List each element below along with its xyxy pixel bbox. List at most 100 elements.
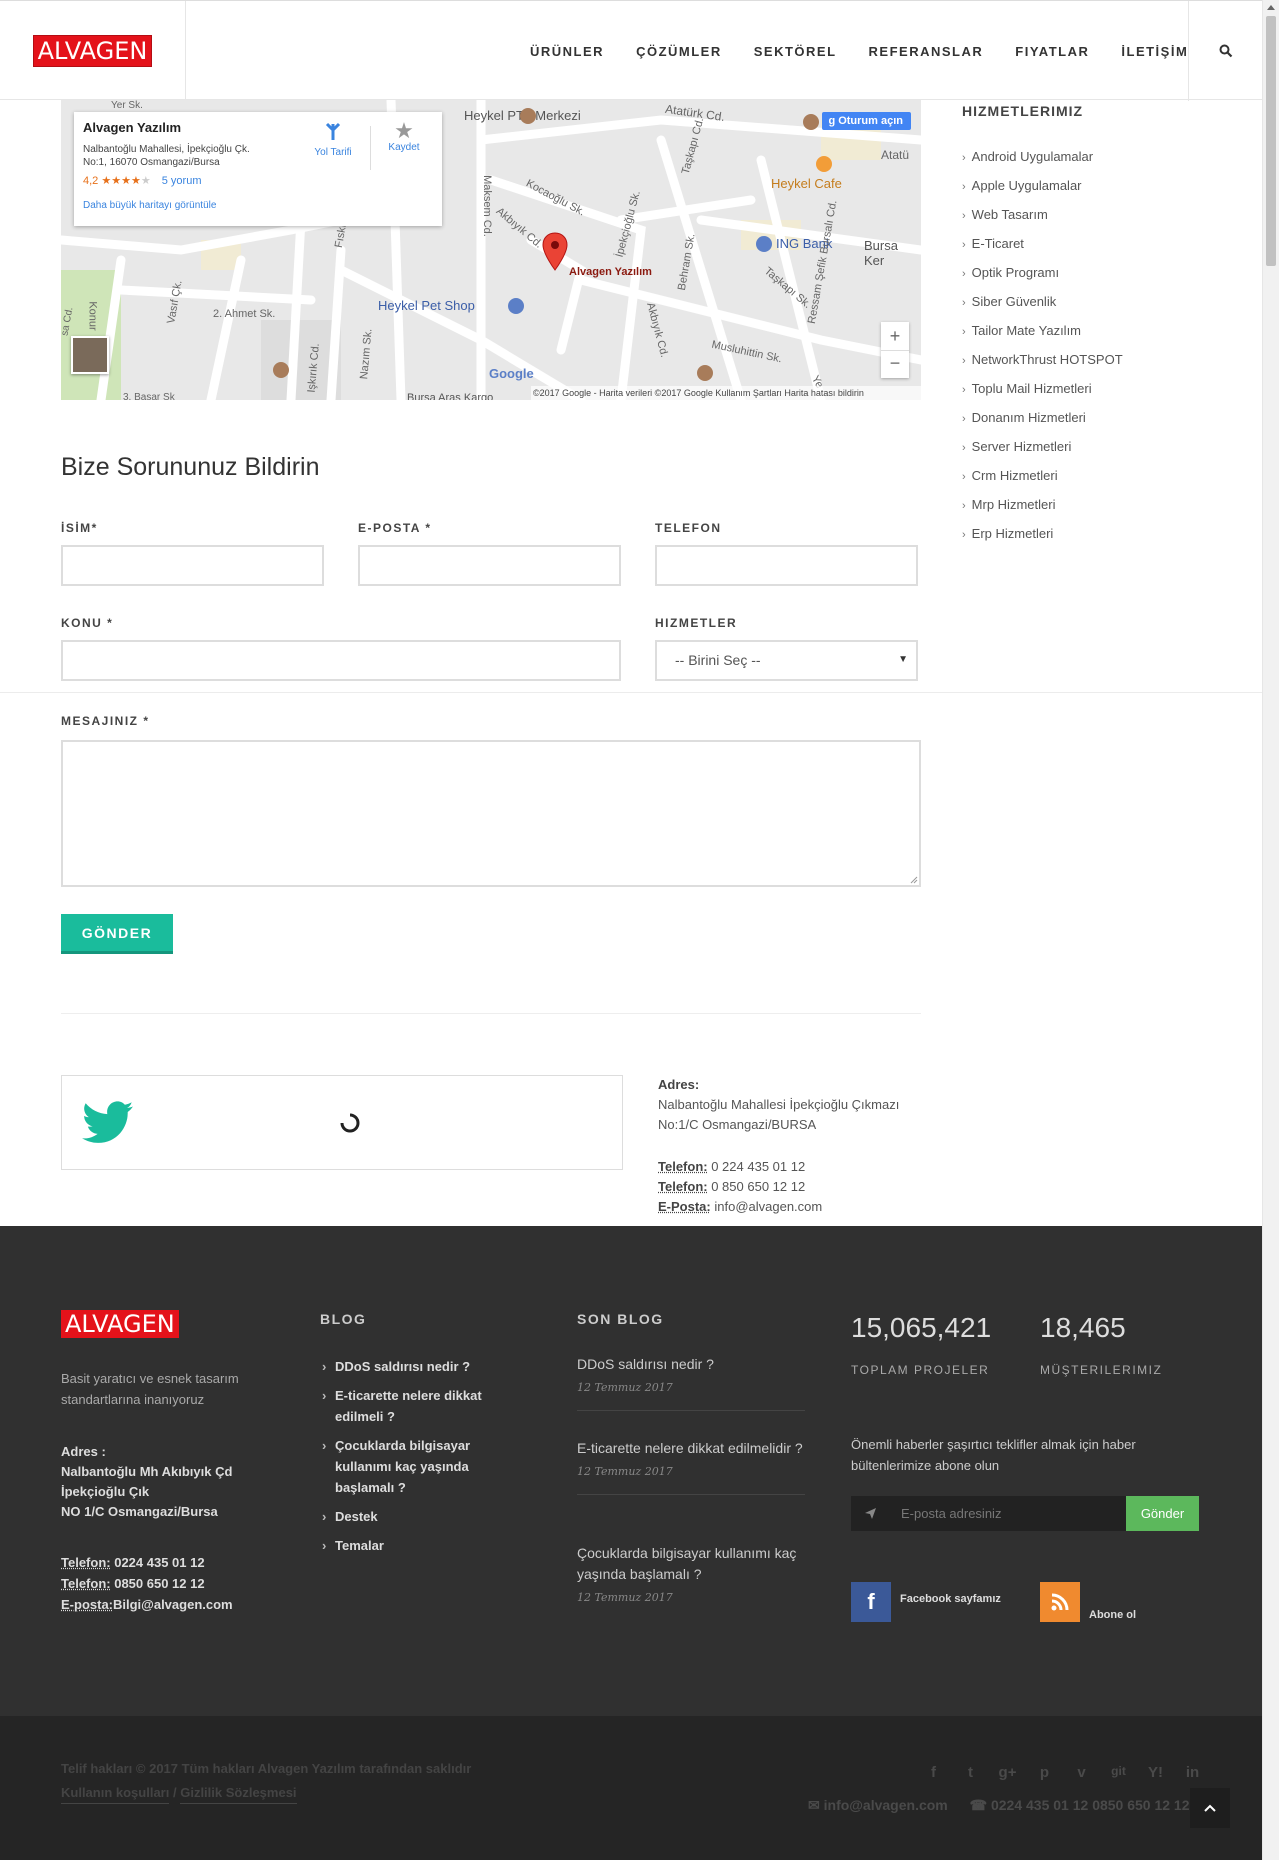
submit-button[interactable]: GÖNDER xyxy=(61,914,173,954)
recent-post-title[interactable]: DDoS saldırısı nedir ? xyxy=(577,1354,805,1375)
services-select[interactable]: -- Birini Seç -- ▼ xyxy=(655,640,918,681)
footer-blog-item[interactable]: Destek xyxy=(320,1506,520,1527)
save-place-button[interactable]: ★ Kaydet xyxy=(374,120,434,154)
map-poi-icon xyxy=(697,365,713,381)
git-icon[interactable]: git xyxy=(1100,1764,1137,1781)
newsletter-email-input[interactable]: E-posta adresiniz xyxy=(889,1496,1126,1531)
sidebar-item[interactable]: Toplu Mail Hizmetleri xyxy=(962,380,1123,409)
copyright-text: Telif hakları © 2017 Tüm hakları Alvagen… xyxy=(61,1761,472,1776)
map-signin-button[interactable]: g Oturum açın xyxy=(822,112,911,130)
name-input[interactable] xyxy=(61,545,324,586)
directions-button[interactable]: Yol Tarifi xyxy=(298,122,368,158)
rss-button[interactable] xyxy=(1040,1582,1080,1622)
scroll-up-arrow[interactable] xyxy=(1267,5,1275,10)
nav-referanslar[interactable]: REFERANSLAR xyxy=(869,44,984,59)
map-label-ahmet: 2. Ahmet Sk. xyxy=(213,308,276,320)
sidebar-item[interactable]: Siber Güvenlik xyxy=(962,293,1123,322)
sidebar-item[interactable]: Server Hizmetleri xyxy=(962,438,1123,467)
sidebar-item[interactable]: Erp Hizmetleri xyxy=(962,525,1123,554)
paper-plane-icon xyxy=(864,1508,876,1519)
sidebar-item[interactable]: Apple Uygulamalar xyxy=(962,177,1123,206)
terms-link[interactable]: Kullanın koşulları xyxy=(61,1785,170,1804)
twitter-icon[interactable] xyxy=(82,1101,134,1145)
scrollbar-thumb[interactable] xyxy=(1266,16,1276,266)
rss-icon xyxy=(1051,1593,1069,1611)
search-button[interactable] xyxy=(1188,1,1262,101)
bottom-email[interactable]: info@alvagen.com xyxy=(824,1797,948,1813)
nav-sektorel[interactable]: SEKTÖREL xyxy=(754,44,837,59)
map-label-aras: Bursa Aras Kargo xyxy=(407,392,494,400)
logo-container[interactable]: ALVAGEN xyxy=(0,1,186,101)
recent-post-title[interactable]: E-ticarette nelere dikkat edilmelidir ? xyxy=(577,1438,805,1459)
larger-map-link[interactable]: Daha büyük haritayı görüntüle xyxy=(83,200,216,211)
sidebar-item[interactable]: Donanım Hizmetleri xyxy=(962,409,1123,438)
contact-email[interactable]: info@alvagen.com xyxy=(714,1199,822,1214)
facebook-button[interactable]: f xyxy=(851,1582,891,1622)
resize-handle-icon[interactable] xyxy=(910,876,918,884)
map-poi-icon xyxy=(273,362,289,378)
map-pin-icon[interactable] xyxy=(542,232,568,272)
contact-address-label: Adres: xyxy=(658,1077,700,1092)
privacy-link[interactable]: Gizlilik Sözleşmesi xyxy=(180,1785,297,1804)
sidebar-item[interactable]: Web Tasarım xyxy=(962,206,1123,235)
contact-phone-1: 0 224 435 01 12 xyxy=(711,1159,806,1174)
phone-input[interactable] xyxy=(655,545,918,586)
sidebar-item[interactable]: E-Ticaret xyxy=(962,235,1123,264)
stat-projects-label: TOPLAM PROJELER xyxy=(851,1363,990,1377)
sidebar-item[interactable]: Android Uygulamalar xyxy=(962,148,1123,177)
nav-iletisim[interactable]: İLETİŞİM xyxy=(1121,44,1188,59)
directions-label: Yol Tarifi xyxy=(314,147,352,158)
nav-fiyatlar[interactable]: FIYATLAR xyxy=(1015,44,1089,59)
vimeo-icon[interactable]: v xyxy=(1063,1764,1100,1781)
footer-blog-item[interactable]: Temalar xyxy=(320,1535,520,1556)
save-place-label: Kaydet xyxy=(388,142,420,153)
footer-logo[interactable]: ALVAGEN xyxy=(61,1310,179,1338)
rss-label[interactable]: Abone ol xyxy=(1089,1609,1136,1621)
bottom-contact: ✉ info@alvagen.com ☎ 0224 435 01 12 0850… xyxy=(808,1797,1190,1814)
google-plus-icon[interactable]: g+ xyxy=(989,1764,1026,1781)
back-to-top-button[interactable] xyxy=(1190,1788,1230,1828)
footer-email[interactable]: Bilgi@alvagen.com xyxy=(113,1597,233,1612)
footer-phone-label: Telefon: xyxy=(61,1576,111,1591)
google-logo: Google xyxy=(489,366,534,381)
sidebar-item[interactable]: Crm Hizmetleri xyxy=(962,467,1123,496)
nav-cozumler[interactable]: ÇÖZÜMLER xyxy=(636,44,722,59)
contact-info: Adres: Nalbantoğlu Mahallesi İpekçioğlu … xyxy=(658,1075,918,1217)
map-label-konur: Konur xyxy=(86,301,99,331)
sidebar-item[interactable]: Mrp Hizmetleri xyxy=(962,496,1123,525)
search-icon xyxy=(1219,44,1232,58)
place-reviews-link[interactable]: 5 yorum xyxy=(162,175,202,187)
newsletter-submit-button[interactable]: Gönder xyxy=(1126,1496,1199,1531)
sidebar-item[interactable]: Tailor Mate Yazılım xyxy=(962,322,1123,351)
facebook-label[interactable]: Facebook sayfamız xyxy=(900,1593,1001,1605)
linkedin-icon[interactable]: in xyxy=(1174,1764,1211,1781)
envelope-icon: ✉ xyxy=(808,1797,820,1813)
footer-address-label: Adres : xyxy=(61,1444,106,1459)
map-label-petshop: Heykel Pet Shop xyxy=(378,298,475,313)
email-input[interactable] xyxy=(358,545,621,586)
contact-address: Nalbantoğlu Mahallesi İpekçioğlu Çıkmazı… xyxy=(658,1097,900,1132)
page-scrollbar[interactable] xyxy=(1262,0,1279,1860)
google-map[interactable]: Heykel PTT Merkezi Atatürk Cd. Atatü Hey… xyxy=(61,100,921,400)
map-petshop-icon xyxy=(508,298,524,314)
chevron-up-icon xyxy=(1204,1804,1216,1812)
pinterest-icon[interactable]: p xyxy=(1026,1764,1063,1781)
nav-urunler[interactable]: ÜRÜNLER xyxy=(530,44,604,59)
sidebar-item[interactable]: NetworkThrust HOTSPOT xyxy=(962,351,1123,380)
recent-post-title[interactable]: Çocuklarda bilgisayar kullanımı kaç yaşı… xyxy=(577,1543,805,1585)
sidebar-item[interactable]: Optik Programı xyxy=(962,264,1123,293)
footer-phone-label: Telefon: xyxy=(61,1555,111,1570)
footer-blog-item[interactable]: E-ticarette nelere dikkat edilmeli ? xyxy=(320,1385,520,1427)
yahoo-icon[interactable]: Y! xyxy=(1137,1764,1174,1781)
footer-blog-item[interactable]: DDoS saldırısı nedir ? xyxy=(320,1356,520,1377)
site-logo[interactable]: ALVAGEN xyxy=(32,35,153,67)
footer-blog-item[interactable]: Çocuklarda bilgisayar kullanımı kaç yaşı… xyxy=(320,1435,520,1498)
zoom-out-button[interactable]: − xyxy=(881,350,909,378)
subject-input[interactable] xyxy=(61,640,621,681)
facebook-icon[interactable]: f xyxy=(915,1764,952,1781)
message-textarea[interactable] xyxy=(61,740,921,887)
twitter-icon[interactable]: t xyxy=(952,1764,989,1781)
zoom-in-button[interactable]: + xyxy=(881,322,909,350)
services-select-value: -- Birini Seç -- xyxy=(675,652,761,668)
map-satellite-thumb[interactable] xyxy=(71,336,109,374)
